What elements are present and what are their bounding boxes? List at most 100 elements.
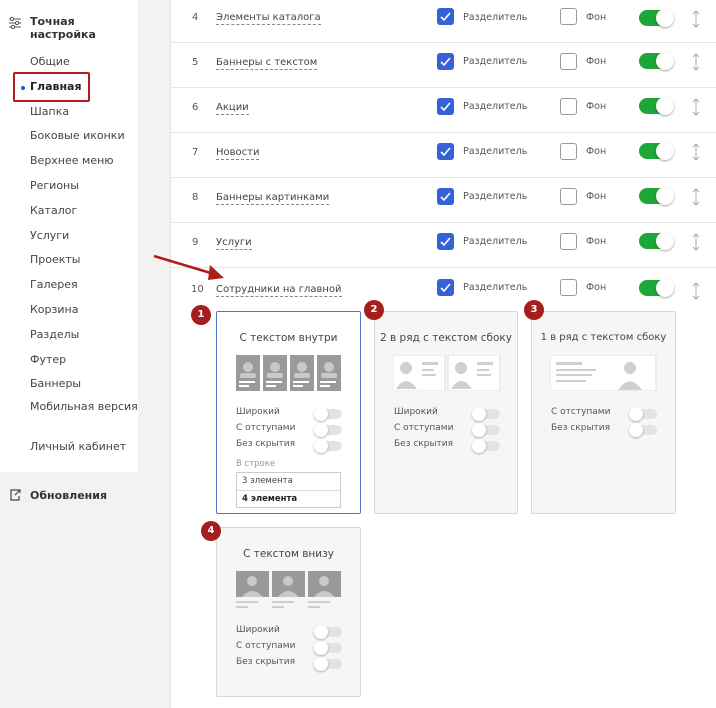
- visibility-toggle[interactable]: [639, 9, 674, 27]
- updates-link[interactable]: Обновления: [8, 488, 107, 502]
- template-badge: 1: [191, 305, 211, 325]
- sidebar-item-projects[interactable]: Проекты: [0, 248, 138, 273]
- option-label-no-hide: Без скрытия: [394, 439, 454, 449]
- bg-checkbox[interactable]: [560, 8, 577, 25]
- row-number: 8: [192, 192, 199, 203]
- row-number: 7: [192, 147, 199, 158]
- card-title: С текстом внутри: [239, 332, 338, 344]
- option-toggle-no-hide[interactable]: [314, 657, 342, 671]
- option-toggle-padding[interactable]: [472, 423, 500, 437]
- bg-checkbox[interactable]: [560, 188, 577, 205]
- sidebar-item-side-icons[interactable]: Боковые иконки: [0, 124, 138, 149]
- option-toggle-wide[interactable]: [314, 625, 342, 639]
- sidebar-item-banners[interactable]: Баннеры: [0, 372, 138, 397]
- divider-label: Разделитель: [463, 191, 528, 202]
- sidebar-item-header[interactable]: Шапка: [0, 100, 138, 125]
- visibility-toggle[interactable]: [639, 52, 674, 70]
- bg-label: Фон: [586, 191, 607, 202]
- option-toggle-no-hide[interactable]: [629, 423, 657, 437]
- divider-checkbox[interactable]: [437, 98, 454, 115]
- divider-checkbox[interactable]: [437, 53, 454, 70]
- row-name-link[interactable]: Сотрудники на главной: [216, 284, 342, 297]
- bg-checkbox[interactable]: [560, 143, 577, 160]
- visibility-toggle[interactable]: [639, 142, 674, 160]
- drag-handle-icon[interactable]: [691, 233, 701, 251]
- in-row-select[interactable]: 3 элемента 4 элемента: [236, 472, 341, 508]
- option-label-padding: С отступами: [551, 407, 611, 417]
- drag-handle-icon[interactable]: [691, 188, 701, 206]
- option-label-wide: Широкий: [394, 407, 438, 417]
- gutter: [138, 0, 171, 708]
- row-name-link[interactable]: Новости: [216, 147, 260, 160]
- drag-handle-icon[interactable]: [691, 282, 701, 300]
- visibility-toggle[interactable]: [639, 232, 674, 250]
- divider-checkbox[interactable]: [437, 188, 454, 205]
- sidebar-item-footer[interactable]: Футер: [0, 348, 138, 373]
- drag-handle-icon[interactable]: [691, 53, 701, 71]
- option-label-padding: С отступами: [394, 423, 454, 433]
- active-item-highlight: [13, 72, 90, 102]
- template-badge: 3: [524, 300, 544, 320]
- sidebar-item-catalog[interactable]: Каталог: [0, 199, 138, 224]
- in-row-option-4[interactable]: 4 элемента: [237, 490, 340, 507]
- option-toggle-no-hide[interactable]: [314, 439, 342, 453]
- sidebar-item-account[interactable]: Личный кабинет: [0, 435, 138, 460]
- sidebar-item-services[interactable]: Услуги: [0, 224, 138, 249]
- card-title: 2 в ряд с текстом сбоку: [380, 332, 512, 344]
- sidebar-item-gallery[interactable]: Галерея: [0, 273, 138, 298]
- sliders-icon: [9, 16, 21, 30]
- bg-label: Фон: [586, 236, 607, 247]
- option-toggle-padding[interactable]: [314, 423, 342, 437]
- template-card-two-side[interactable]: 2 в ряд с текстом сбоку Широкий С отступ…: [374, 311, 518, 514]
- card-title: 1 в ряд с текстом сбоку: [540, 332, 667, 343]
- card-title: С текстом внизу: [243, 548, 334, 560]
- sidebar-item-cart[interactable]: Корзина: [0, 298, 138, 323]
- sidebar-item-mobile[interactable]: Мобильная версия: [0, 397, 138, 435]
- drag-handle-icon[interactable]: [691, 143, 701, 161]
- option-toggle-padding[interactable]: [629, 407, 657, 421]
- divider-label: Разделитель: [463, 56, 528, 67]
- drag-handle-icon[interactable]: [691, 98, 701, 116]
- sidebar-item-sections[interactable]: Разделы: [0, 323, 138, 348]
- visibility-toggle[interactable]: [639, 97, 674, 115]
- divider-checkbox[interactable]: [437, 233, 454, 250]
- option-toggle-no-hide[interactable]: [472, 439, 500, 453]
- divider-checkbox[interactable]: [437, 279, 454, 296]
- divider-label: Разделитель: [463, 12, 528, 23]
- option-label-no-hide: Без скрытия: [551, 423, 611, 433]
- template-card-text-inside[interactable]: С текстом внутри Широкий С отступами Без…: [216, 311, 361, 514]
- bg-label: Фон: [586, 56, 607, 67]
- template-preview: [393, 355, 501, 391]
- row-name-link[interactable]: Услуги: [216, 237, 252, 250]
- option-label-padding: С отступами: [236, 423, 296, 433]
- row-name-link[interactable]: Баннеры с текстом: [216, 57, 318, 70]
- bg-checkbox[interactable]: [560, 233, 577, 250]
- bg-label: Фон: [586, 146, 607, 157]
- in-row-option-3[interactable]: 3 элемента: [237, 473, 340, 490]
- sidebar: Точная настройка Общие Главная Шапка Бок…: [0, 0, 138, 708]
- bg-checkbox[interactable]: [560, 279, 577, 296]
- drag-handle-icon[interactable]: [691, 10, 701, 28]
- visibility-toggle[interactable]: [639, 187, 674, 205]
- template-card-one-side[interactable]: 1 в ряд с текстом сбоку С отступами Без …: [531, 311, 676, 514]
- pointer-arrow-icon: [153, 254, 224, 280]
- option-toggle-wide[interactable]: [314, 407, 342, 421]
- block-row: 6 Акции Разделитель Фон: [171, 88, 716, 133]
- divider-checkbox[interactable]: [437, 8, 454, 25]
- visibility-toggle[interactable]: [639, 279, 674, 297]
- divider-checkbox[interactable]: [437, 143, 454, 160]
- option-toggle-wide[interactable]: [472, 407, 500, 421]
- bg-checkbox[interactable]: [560, 53, 577, 70]
- option-label-wide: Широкий: [236, 625, 280, 635]
- block-row: 10 Сотрудники на главной Разделитель Фон: [171, 268, 716, 313]
- sidebar-item-regions[interactable]: Регионы: [0, 174, 138, 199]
- sidebar-item-top-menu[interactable]: Верхнее меню: [0, 149, 138, 174]
- row-name-link[interactable]: Элементы каталога: [216, 12, 321, 25]
- option-label-padding: С отступами: [236, 641, 296, 651]
- bg-checkbox[interactable]: [560, 98, 577, 115]
- option-toggle-padding[interactable]: [314, 641, 342, 655]
- option-label-wide: Широкий: [236, 407, 280, 417]
- template-card-text-below[interactable]: С текстом внизу Широкий С отступами Без …: [216, 527, 361, 697]
- row-name-link[interactable]: Акции: [216, 102, 249, 115]
- row-name-link[interactable]: Баннеры картинками: [216, 192, 330, 205]
